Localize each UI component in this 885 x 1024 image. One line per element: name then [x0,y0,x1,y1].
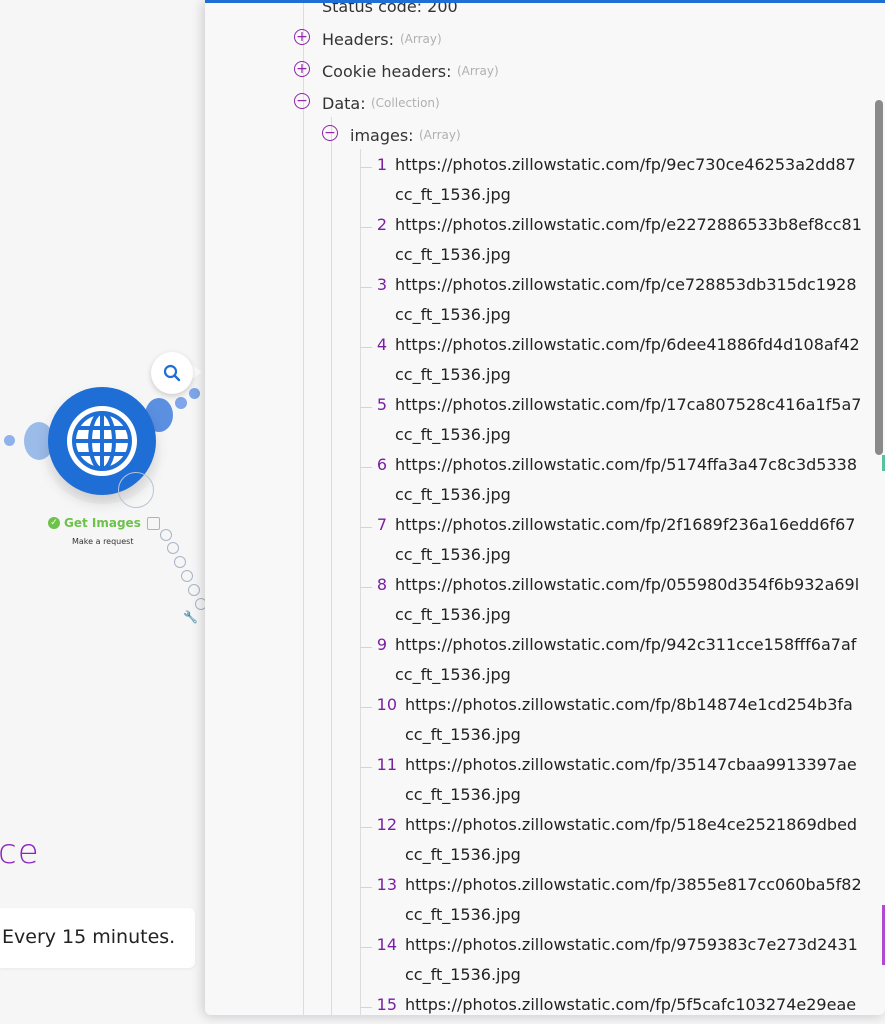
image-index: 11 [376,755,397,774]
image-index: 12 [376,815,397,834]
connector-dot [4,435,15,446]
image-index: 8 [376,575,387,594]
module-subtitle: Make a request [72,537,134,546]
image-index: 1 [376,155,387,174]
headers-key[interactable]: Headers: [322,30,394,49]
image-url[interactable]: https://photos.zillowstatic.com/fp/9ec73… [395,155,856,174]
image-url[interactable]: https://photos.zillowstatic.com/fp/2f168… [395,515,855,534]
scenario-title-fragment: ce [0,832,40,872]
image-index: 14 [376,935,397,954]
route-dot [181,570,193,582]
status-code-line: Status code: 200 [322,0,458,16]
data-key[interactable]: Data: [322,94,366,113]
module-count-badge [147,517,160,530]
image-url[interactable]: https://photos.zillowstatic.com/fp/17ca8… [395,395,861,414]
headers-type: (Array) [400,32,442,46]
image-index: 15 [376,995,397,1014]
image-index: 9 [376,635,387,654]
image-url-suffix[interactable]: cc_ft_1536.jpg [405,845,521,864]
tree-guide [331,117,332,1015]
route-dot [174,556,186,568]
route-dot [160,529,172,541]
image-url-suffix[interactable]: cc_ft_1536.jpg [405,785,521,804]
module-name: Get Images [64,516,141,530]
image-index: 2 [376,215,387,234]
route-dot [188,584,200,596]
image-url[interactable]: https://photos.zillowstatic.com/fp/97593… [405,935,858,954]
image-index: 3 [376,275,387,294]
collapse-icon[interactable]: − [294,93,310,109]
image-url[interactable]: https://photos.zillowstatic.com/fp/5174f… [395,455,857,474]
image-url[interactable]: https://photos.zillowstatic.com/fp/518e4… [405,815,857,834]
output-inspector-panel[interactable]: Status code: 200 + Headers: (Array) + Co… [205,0,885,1015]
wrench-icon[interactable]: 🔧 [183,610,198,624]
image-url[interactable]: https://photos.zillowstatic.com/fp/ce728… [395,275,857,294]
image-url[interactable]: https://photos.zillowstatic.com/fp/5f5ca… [405,995,856,1014]
image-url[interactable]: https://photos.zillowstatic.com/fp/35147… [405,755,857,774]
image-index: 10 [376,695,397,714]
image-url-suffix[interactable]: cc_ft_1536.jpg [405,905,521,924]
expand-icon[interactable]: + [294,29,310,45]
connection-handle[interactable] [118,472,154,508]
search-icon [163,364,181,382]
image-index: 7 [376,515,387,534]
image-url[interactable]: https://photos.zillowstatic.com/fp/6dee4… [395,335,860,354]
image-url[interactable]: https://photos.zillowstatic.com/fp/e2272… [395,215,862,234]
schedule-box[interactable]: Every 15 minutes. [0,908,195,968]
scrollbar-thumb[interactable] [875,100,883,455]
image-url-suffix[interactable]: cc_ft_1536.jpg [395,425,511,444]
tree-guide [360,149,361,1015]
image-url-suffix[interactable]: cc_ft_1536.jpg [395,485,511,504]
image-url-suffix[interactable]: cc_ft_1536.jpg [395,185,511,204]
module-label: ✓ Get Images [48,516,141,530]
image-url-suffix[interactable]: cc_ft_1536.jpg [395,605,511,624]
data-type: (Collection) [371,96,440,110]
connector-dot [175,397,187,409]
check-icon: ✓ [48,517,60,529]
image-url-suffix[interactable]: cc_ft_1536.jpg [405,725,521,744]
image-url[interactable]: https://photos.zillowstatic.com/fp/942c3… [395,635,856,654]
collapse-icon[interactable]: − [322,125,338,141]
image-url-suffix[interactable]: cc_ft_1536.jpg [395,545,511,564]
images-type: (Array) [419,128,461,142]
image-url[interactable]: https://photos.zillowstatic.com/fp/05598… [395,575,859,594]
image-url-suffix[interactable]: cc_ft_1536.jpg [395,365,511,384]
connector-dot [189,388,200,399]
image-index: 13 [376,875,397,894]
image-url-suffix[interactable]: cc_ft_1536.jpg [395,665,511,684]
image-url-suffix[interactable]: cc_ft_1536.jpg [405,965,521,984]
expand-icon[interactable]: + [294,61,310,77]
image-index: 5 [376,395,387,414]
image-index: 4 [376,335,387,354]
cookie-headers-key[interactable]: Cookie headers: [322,62,451,81]
images-key[interactable]: images: [350,126,414,145]
image-index: 6 [376,455,387,474]
image-url-suffix[interactable]: cc_ft_1536.jpg [395,245,511,264]
schedule-text: Every 15 minutes. [2,926,176,948]
cookie-headers-type: (Array) [457,64,499,78]
globe-icon [67,406,137,476]
image-url-suffix[interactable]: cc_ft_1536.jpg [395,305,511,324]
tree-guide [303,3,304,1015]
image-url[interactable]: https://photos.zillowstatic.com/fp/8b148… [405,695,853,714]
route-dot [167,542,179,554]
image-url[interactable]: https://photos.zillowstatic.com/fp/3855e… [405,875,862,894]
inspect-output-bubble[interactable] [151,352,193,394]
